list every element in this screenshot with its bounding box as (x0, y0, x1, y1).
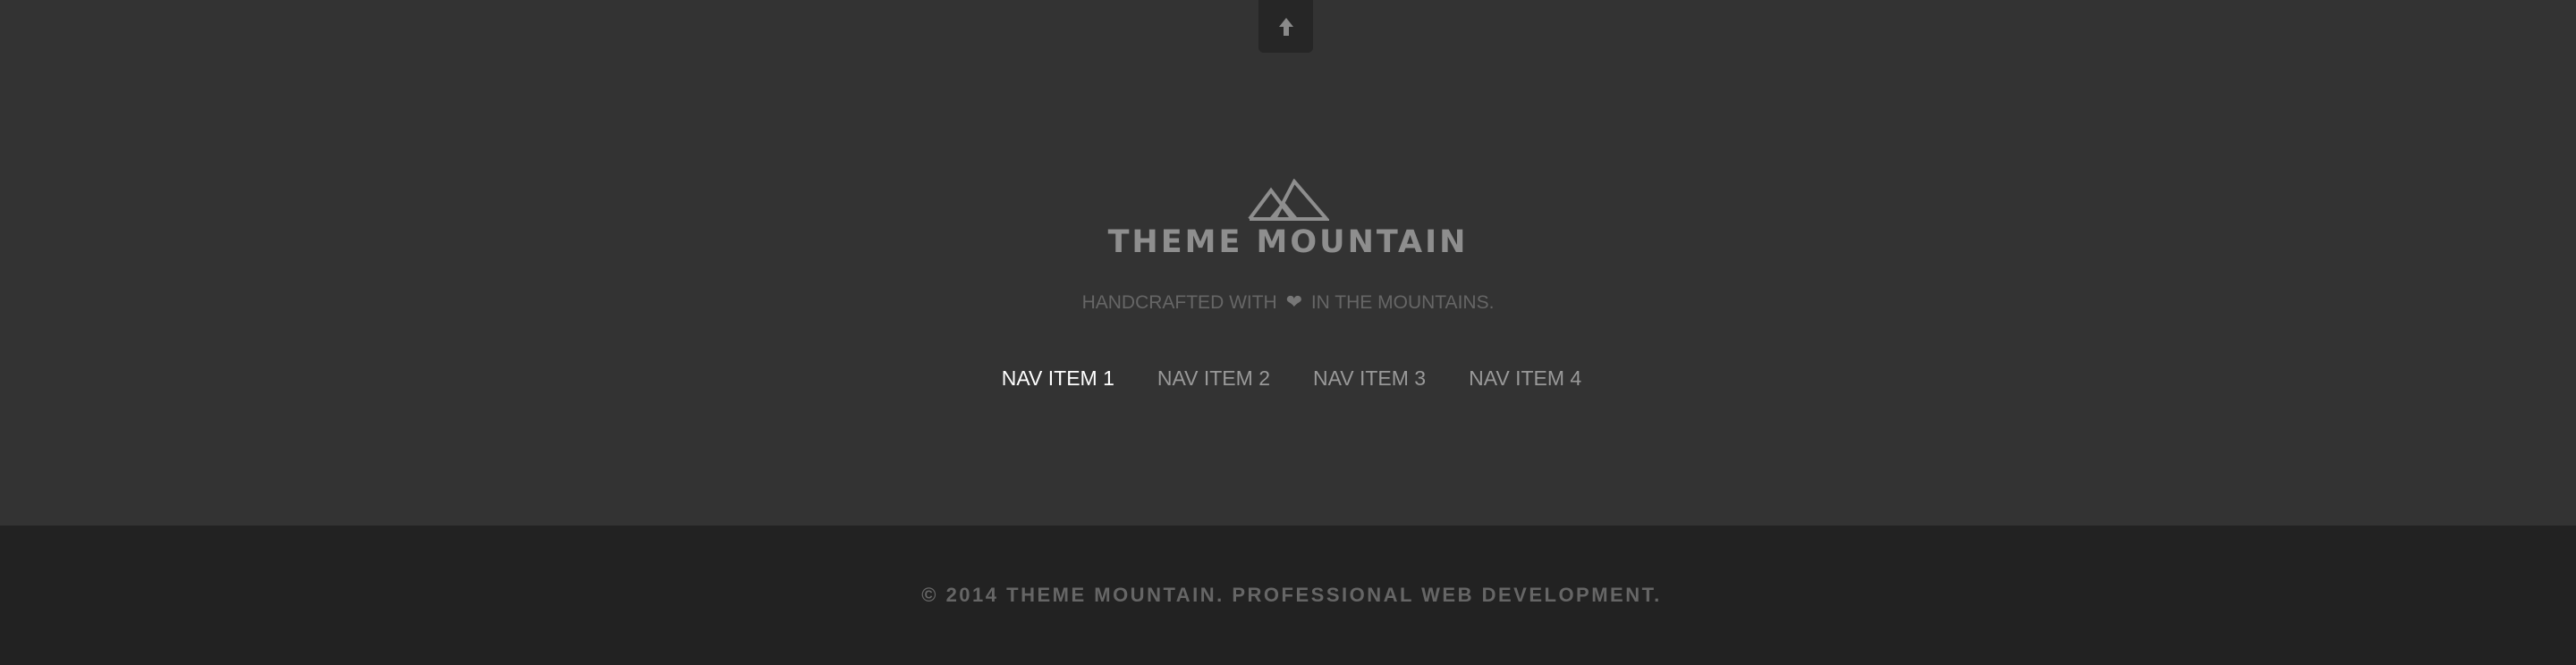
tagline: HANDCRAFTED WITH ❤ IN THE MOUNTAINS. (0, 290, 2576, 314)
footer-main: THEME MOUNTAIN HANDCRAFTED WITH ❤ IN THE… (0, 0, 2576, 526)
footer-nav: NAV ITEM 1 NAV ITEM 2 NAV ITEM 3 NAV ITE… (0, 366, 2576, 391)
brand-logo[interactable]: THEME MOUNTAIN (0, 179, 2576, 258)
mountain-logo-icon (1248, 179, 1329, 221)
nav-item-4[interactable]: NAV ITEM 4 (1469, 366, 1581, 391)
page: THEME MOUNTAIN HANDCRAFTED WITH ❤ IN THE… (0, 0, 2576, 665)
arrow-up-icon (1278, 17, 1293, 36)
nav-item-3[interactable]: NAV ITEM 3 (1313, 366, 1426, 391)
brand-name: THEME MOUNTAIN (1107, 224, 1469, 260)
heart-icon: ❤ (1285, 290, 1302, 313)
nav-item-1[interactable]: NAV ITEM 1 (1002, 366, 1114, 391)
back-to-top-button[interactable] (1258, 0, 1313, 53)
tagline-text-before: HANDCRAFTED WITH (1081, 292, 1277, 313)
copyright-bar: © 2014 THEME MOUNTAIN. PROFESSIONAL WEB … (0, 526, 2576, 665)
copyright-text: © 2014 THEME MOUNTAIN. PROFESSIONAL WEB … (921, 584, 1662, 606)
tagline-text-after: IN THE MOUNTAINS. (1310, 292, 1495, 313)
nav-item-2[interactable]: NAV ITEM 2 (1157, 366, 1270, 391)
